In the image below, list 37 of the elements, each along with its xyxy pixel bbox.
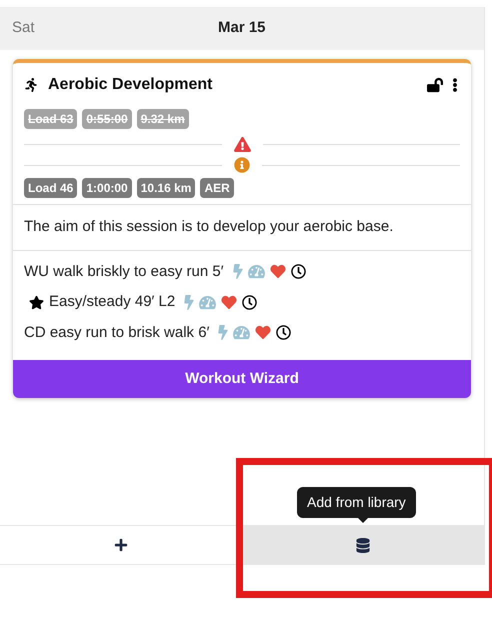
runner-icon: [24, 78, 38, 92]
step-text: WU walk briskly to easy run 5′: [24, 262, 224, 282]
stat-badge: Load 63: [24, 109, 78, 129]
workout-wizard-button[interactable]: Workout Wizard: [13, 360, 471, 398]
info-icon: [234, 157, 250, 173]
workout-description: The aim of this session is to develop your aerobic base.: [24, 217, 394, 237]
library-button[interactable]: [242, 526, 484, 564]
heart-icon: [270, 264, 286, 280]
bolt-icon: [232, 264, 243, 280]
date-label: Mar 15: [218, 18, 266, 38]
step-text: CD easy run to brisk walk 6′: [24, 322, 210, 342]
clock-icon: [276, 325, 292, 340]
heart-icon: [221, 294, 238, 310]
stat-badge: AER: [200, 178, 234, 198]
stat-badge: Load 46: [24, 178, 78, 198]
stat-badge: 1:00:00: [82, 178, 132, 198]
tooltip: Add from library: [297, 487, 416, 518]
gauge-icon: [199, 294, 216, 310]
clock-icon: [242, 294, 258, 310]
stat-badge: 0:55:00: [82, 109, 132, 129]
workout-title: Aerobic Development: [48, 75, 212, 95]
gauge-icon: [248, 264, 265, 280]
tooltip-arrow-icon: [358, 518, 368, 523]
warning-icon: [234, 136, 250, 152]
step-text: Easy/steady 49′ L2: [49, 292, 176, 312]
plus-icon: [114, 538, 128, 552]
more-menu-button[interactable]: [450, 76, 460, 94]
bolt-icon: [184, 294, 194, 310]
unlock-button[interactable]: [426, 76, 444, 94]
bolt-icon: [218, 325, 228, 340]
gauge-icon: [233, 325, 250, 340]
stat-badge: 10.16 km: [136, 178, 196, 198]
weekday-label: Sat: [12, 18, 35, 38]
heart-icon: [255, 325, 272, 340]
database-icon: [356, 538, 370, 552]
clock-icon: [290, 264, 306, 280]
stat-badge: 9.32 km: [136, 109, 189, 129]
